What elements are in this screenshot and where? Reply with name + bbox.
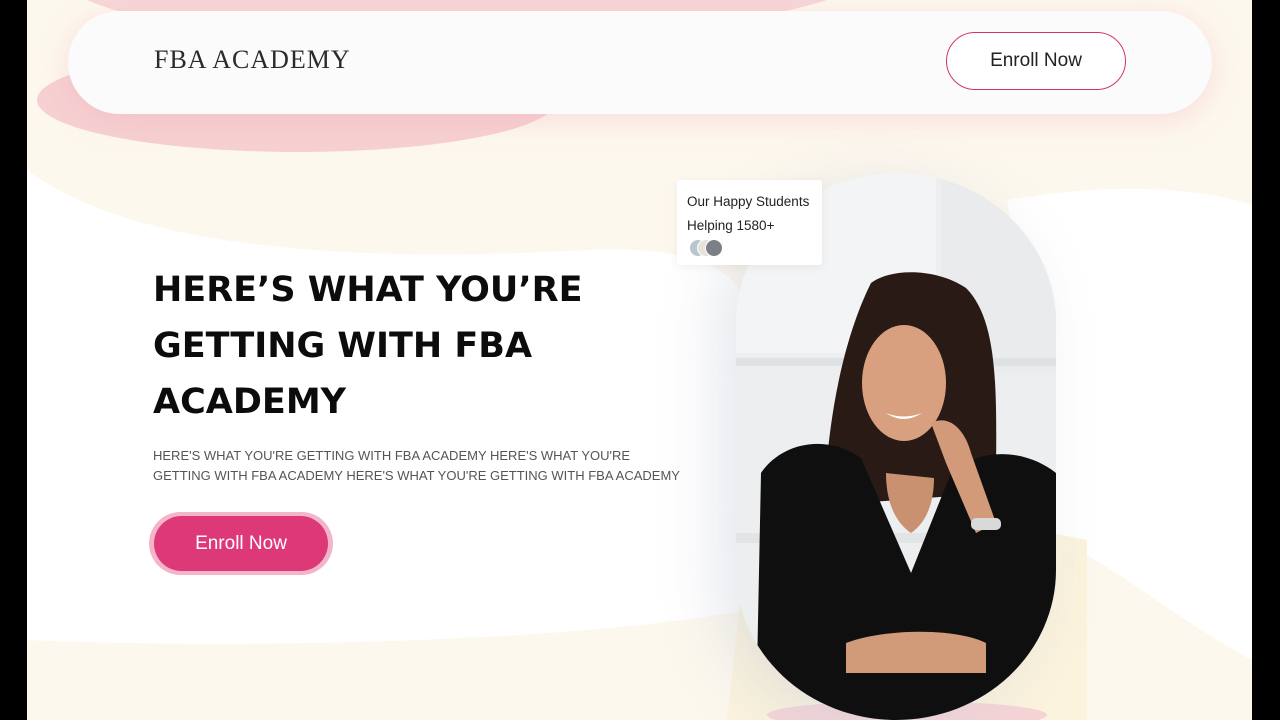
site-header: FBA ACADEMY Enroll Now [68,11,1212,114]
students-card-count: Helping 1580+ [687,218,775,233]
student-avatars [687,239,812,259]
students-card: Our Happy Students Helping 1580+ [677,180,822,265]
hero-enroll-button[interactable]: Enroll Now [149,512,333,575]
students-card-title: Our Happy Students [687,194,810,209]
landing-page: FBA ACADEMY Enroll Now HERE’S WHAT YOU’R… [27,0,1252,720]
logo[interactable]: FBA ACADEMY [154,45,351,75]
student-avatar [705,239,723,257]
hero-enroll-label[interactable]: Enroll Now [154,516,328,571]
hero-title: HERE’S WHAT YOU’RE GETTING WITH FBA ACAD… [153,270,583,422]
hero-description: HERE'S WHAT YOU'RE GETTING WITH FBA ACAD… [153,448,680,483]
header-enroll-button[interactable]: Enroll Now [946,32,1126,90]
